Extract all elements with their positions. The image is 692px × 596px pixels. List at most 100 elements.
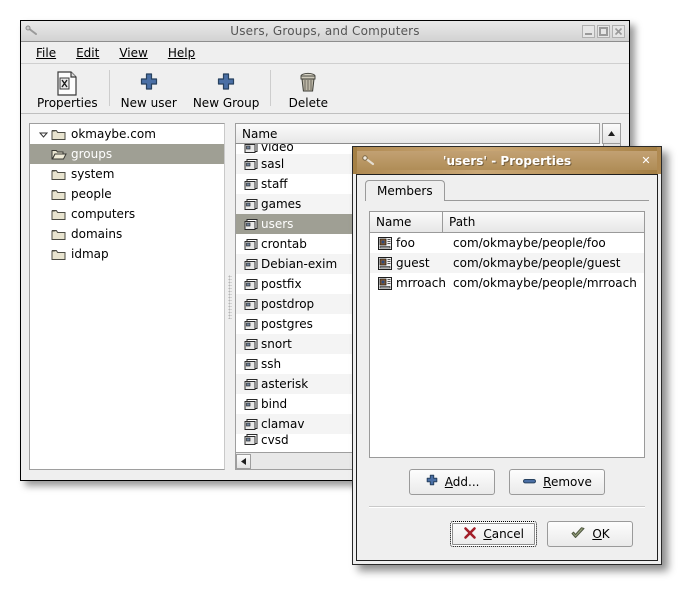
- toolbar: Properties New user New Group Delete: [21, 64, 629, 114]
- delete-button[interactable]: Delete: [274, 68, 342, 110]
- ok-button-label: OK: [592, 527, 610, 541]
- maximize-icon[interactable]: [597, 24, 610, 38]
- tree-item-system[interactable]: system: [30, 164, 224, 184]
- list-item-label: clamav: [261, 417, 305, 431]
- group-icon: [241, 358, 261, 371]
- add-member-button[interactable]: Add...: [409, 469, 496, 495]
- list-item-label: postgres: [261, 317, 313, 331]
- ok-button[interactable]: OK: [547, 521, 633, 547]
- folder-icon: [50, 128, 67, 141]
- list-item-label: postdrop: [261, 297, 315, 311]
- main-window-titlebar[interactable]: Users, Groups, and Computers: [21, 21, 629, 42]
- tree-item-domains[interactable]: domains: [30, 224, 224, 244]
- list-header: Name: [235, 123, 621, 144]
- close-icon[interactable]: [612, 24, 625, 38]
- minimize-icon[interactable]: [582, 24, 595, 38]
- close-icon[interactable]: ✕: [640, 155, 652, 167]
- window-controls: [582, 24, 629, 38]
- dialog-body: Members Name Path foo com/okmaybe/people…: [356, 174, 658, 561]
- members-column-name[interactable]: Name: [370, 212, 443, 233]
- properties-button[interactable]: Properties: [29, 68, 106, 110]
- window-menu-icon[interactable]: [361, 154, 379, 168]
- group-icon: [241, 318, 261, 331]
- table-row[interactable]: foo com/okmaybe/people/foo: [370, 233, 644, 253]
- dialog-titlebar[interactable]: 'users' - Properties ✕: [357, 151, 657, 170]
- group-icon: [241, 218, 261, 231]
- remove-member-button[interactable]: Remove: [509, 469, 605, 495]
- group-icon: [241, 258, 261, 271]
- toolbar-separator: [108, 70, 110, 106]
- toolbar-separator: [270, 70, 272, 106]
- new-group-button-label: New Group: [192, 96, 260, 110]
- folder-icon: [50, 228, 67, 241]
- properties-dialog: 'users' - Properties ✕ Members Name Path: [352, 146, 662, 565]
- menubar: File Edit View Help: [21, 42, 629, 64]
- group-icon: [241, 298, 261, 311]
- list-item-label: video: [261, 144, 294, 154]
- tree-root-okmaybe[interactable]: okmaybe.com: [30, 124, 224, 144]
- list-item-label: users: [261, 217, 294, 231]
- list-item-label: postfix: [261, 277, 302, 291]
- user-icon: [370, 276, 396, 290]
- dialog-actions: Cancel OK: [369, 508, 645, 560]
- column-header-name[interactable]: Name: [235, 123, 600, 144]
- list-item-label: asterisk: [261, 377, 309, 391]
- tree-item-label: idmap: [71, 247, 109, 261]
- chevron-down-icon[interactable]: [36, 130, 50, 139]
- dialog-title: 'users' - Properties: [442, 153, 572, 168]
- tree-pane[interactable]: okmaybe.com groups system people compute…: [29, 123, 225, 470]
- menu-view[interactable]: View: [110, 44, 156, 62]
- menu-file[interactable]: File: [27, 44, 65, 62]
- tabstrip: Members: [357, 175, 657, 201]
- members-column-path[interactable]: Path: [443, 212, 644, 233]
- window-menu-icon[interactable]: [24, 24, 42, 38]
- dialog-frame: 'users' - Properties ✕: [353, 147, 661, 174]
- table-row[interactable]: mrroach com/okmaybe/people/mrroach: [370, 273, 644, 293]
- folder-open-icon: [50, 148, 67, 161]
- menu-file-label: File: [36, 45, 57, 60]
- new-user-button[interactable]: New user: [113, 68, 185, 110]
- tree-item-label: people: [71, 187, 112, 201]
- list-item-label: Debian-exim: [261, 257, 338, 271]
- plus-icon: [215, 70, 237, 96]
- tree-item-label: domains: [71, 227, 123, 241]
- tree-item-groups[interactable]: groups: [30, 144, 224, 164]
- table-cell-path: com/okmaybe/people/guest: [453, 256, 621, 270]
- group-icon: [241, 198, 261, 211]
- folder-icon: [50, 188, 67, 201]
- cancel-button[interactable]: Cancel: [450, 521, 537, 547]
- tree-item-idmap[interactable]: idmap: [30, 244, 224, 264]
- tab-members[interactable]: Members: [365, 180, 445, 201]
- table-row[interactable]: guest com/okmaybe/people/guest: [370, 253, 644, 273]
- list-item-label: snort: [261, 337, 292, 351]
- menu-help[interactable]: Help: [159, 44, 204, 62]
- new-group-button[interactable]: New Group: [185, 68, 268, 110]
- members-panel: Name Path foo com/okmaybe/people/foo gue…: [357, 201, 657, 560]
- folder-icon: [50, 248, 67, 261]
- properties-icon: [55, 70, 79, 96]
- group-icon: [241, 278, 261, 291]
- scroll-up-icon[interactable]: [602, 123, 621, 144]
- members-table-header: Name Path: [370, 212, 644, 233]
- plus-icon: [138, 70, 160, 96]
- properties-button-label: Properties: [37, 96, 98, 110]
- delete-button-label: Delete: [288, 96, 329, 110]
- scroll-left-icon[interactable]: [236, 453, 251, 469]
- cancel-button-label: Cancel: [483, 527, 524, 541]
- tree-item-computers[interactable]: computers: [30, 204, 224, 224]
- group-icon: [241, 144, 261, 154]
- add-member-button-label: Add...: [444, 475, 480, 489]
- menu-edit-label: Edit: [76, 45, 100, 60]
- members-table[interactable]: Name Path foo com/okmaybe/people/foo gue…: [369, 211, 645, 458]
- tab-members-label: Members: [377, 184, 433, 198]
- tree-root-label: okmaybe.com: [71, 127, 156, 141]
- menu-edit[interactable]: Edit: [67, 44, 108, 62]
- group-icon: [241, 238, 261, 251]
- new-user-button-label: New user: [120, 96, 177, 110]
- table-cell-path: com/okmaybe/people/mrroach: [453, 276, 637, 290]
- tree-item-people[interactable]: people: [30, 184, 224, 204]
- pane-splitter[interactable]: [225, 123, 235, 470]
- list-item-label: bind: [261, 397, 288, 411]
- tree-item-label: system: [71, 167, 115, 181]
- menu-view-label: View: [119, 45, 148, 60]
